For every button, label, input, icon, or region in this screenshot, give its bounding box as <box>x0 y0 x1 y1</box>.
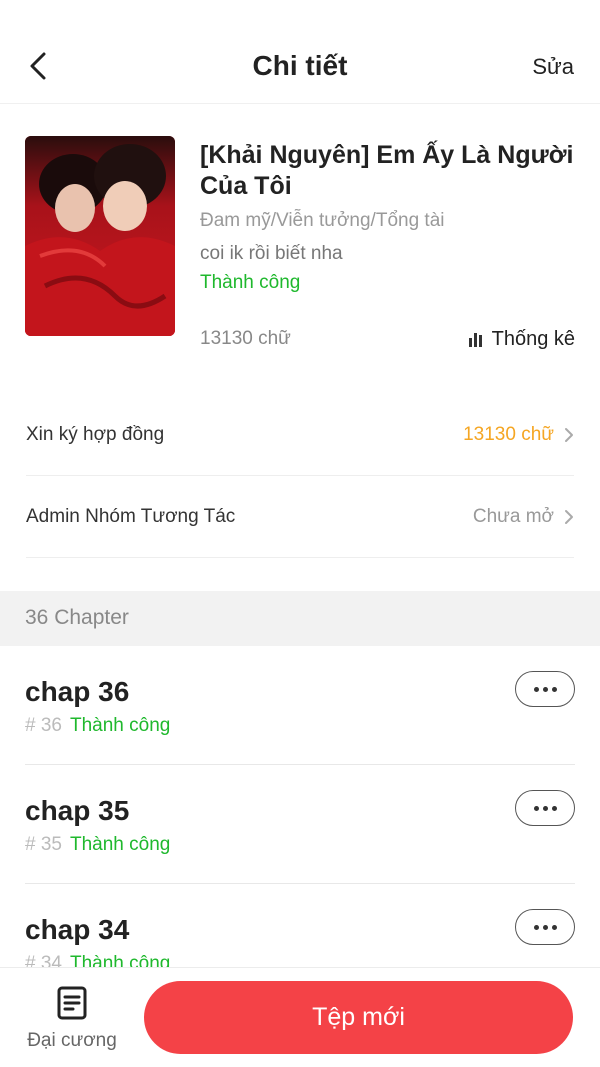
bottom-action-bar: Đại cương Tệp mới <box>0 967 600 1067</box>
more-dots-icon <box>533 686 557 692</box>
stats-button[interactable]: Thống kê <box>468 328 575 351</box>
admin-group-label: Admin Nhóm Tương Tác <box>26 505 236 527</box>
chapter-item[interactable]: chap 35 # 35 Thành công <box>25 765 575 884</box>
book-status: Thành công <box>200 272 301 293</box>
chapter-meta: # 35 Thành công <box>25 834 170 856</box>
admin-group-status: Chưa mở <box>472 505 554 527</box>
edit-button[interactable]: Sửa <box>532 52 574 82</box>
contract-request-label: Xin ký hợp đồng <box>26 423 165 445</box>
chapter-title: chap 36 <box>25 676 130 707</box>
bar-chart-icon <box>468 332 482 347</box>
book-genres: Đam mỹ/Viễn tưởng/Tổng tài <box>200 210 445 231</box>
chapter-meta: # 36 Thành công <box>25 715 170 737</box>
chapter-number: # 35 <box>25 834 62 855</box>
more-dots-icon <box>533 805 557 811</box>
book-cover-image[interactable] <box>25 136 175 336</box>
page-title: Chi tiết <box>252 50 348 81</box>
chapter-more-button[interactable] <box>515 790 575 826</box>
book-description: coi ik rồi biết nha <box>200 243 343 264</box>
outline-button[interactable]: Đại cương <box>20 984 124 1056</box>
chapter-more-button[interactable] <box>515 671 575 707</box>
chapter-item[interactable]: chap 36 # 36 Thành công <box>25 646 575 765</box>
outline-label: Đại cương <box>27 1030 117 1051</box>
top-bar: Chi tiết Sửa <box>0 0 600 104</box>
chapter-status: Thành công <box>69 834 171 855</box>
chapter-section-header: 36 Chapter <box>0 591 600 646</box>
document-icon <box>57 986 87 1020</box>
book-info-card: [Khải Nguyên] Em Ấy Là Người Của Tôi Đam… <box>0 104 600 370</box>
book-word-count: 13130 chữ <box>200 328 291 349</box>
chapter-count: 36 Chapter <box>25 606 129 629</box>
contract-word-count: 13130 chữ <box>463 423 554 445</box>
admin-group-row[interactable]: Admin Nhóm Tương Tác Chưa mở <box>26 476 574 558</box>
chapter-title: chap 34 <box>25 914 130 945</box>
stats-label: Thống kê <box>491 328 575 350</box>
chapter-number: # 36 <box>25 715 62 736</box>
chapter-status: Thành công <box>69 715 171 736</box>
chevron-right-icon <box>565 509 573 524</box>
more-dots-icon <box>533 924 557 930</box>
contract-request-row[interactable]: Xin ký hợp đồng 13130 chữ <box>26 394 574 476</box>
new-file-button[interactable]: Tệp mới <box>144 981 573 1054</box>
chevron-right-icon <box>565 427 573 442</box>
chapter-more-button[interactable] <box>515 909 575 945</box>
book-title: [Khải Nguyên] Em Ấy Là Người Của Tôi <box>200 141 574 200</box>
chapter-title: chap 35 <box>25 795 130 826</box>
